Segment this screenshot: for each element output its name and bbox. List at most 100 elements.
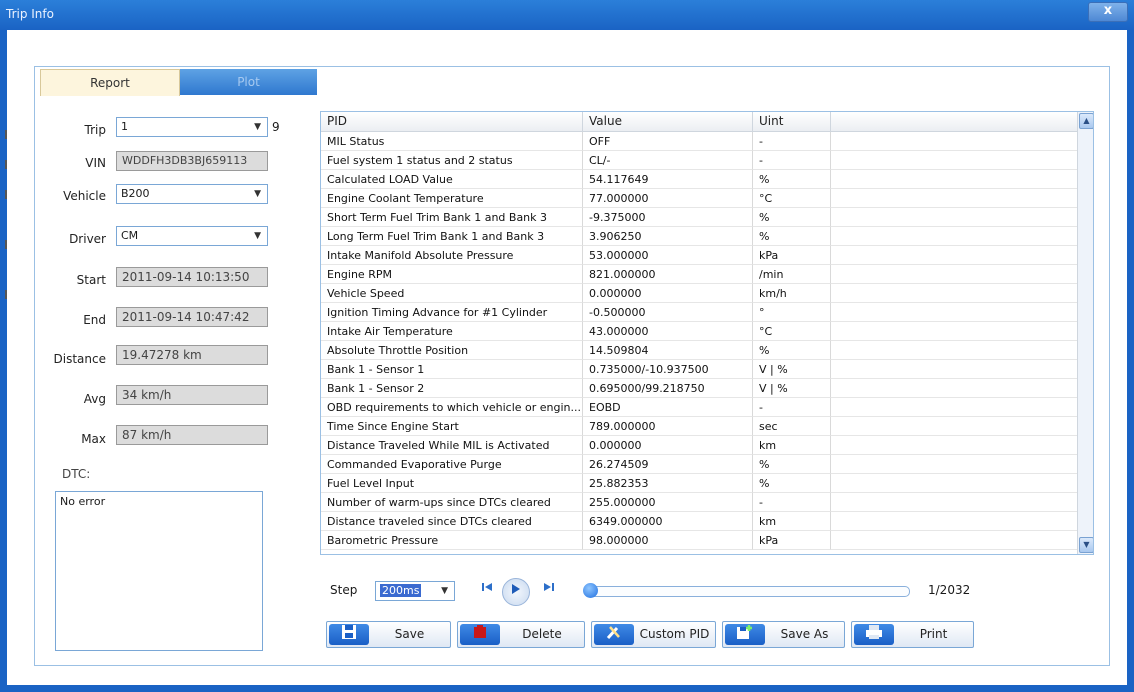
cell-value: CL/- xyxy=(583,151,753,170)
delete-button[interactable]: Delete xyxy=(457,621,585,648)
cell-filler xyxy=(831,512,1077,531)
save-as-button[interactable]: Save As xyxy=(722,621,845,648)
cell-value: 77.000000 xyxy=(583,189,753,208)
vin-field: WDDFH3DB3BJ659113 xyxy=(116,151,268,171)
play-button[interactable] xyxy=(502,578,530,606)
save-button[interactable]: Save xyxy=(326,621,451,648)
start-field: 2011-09-14 10:13:50 xyxy=(116,267,268,287)
table-row[interactable]: Calculated LOAD Value 54.117649% xyxy=(321,170,1077,189)
skip-forward-icon[interactable] xyxy=(538,580,560,602)
column-header-filler xyxy=(831,112,1077,131)
delete-label: Delete xyxy=(522,627,562,641)
cell-pid: OBD requirements to which vehicle or eng… xyxy=(321,398,583,417)
driver-value: CM xyxy=(121,229,139,242)
table-row[interactable]: Distance traveled since DTCs cleared 6349… xyxy=(321,512,1077,531)
table-row[interactable]: Intake Air Temperature 43.000000 °C xyxy=(321,322,1077,341)
cell-pid: Intake Manifold Absolute Pressure xyxy=(321,246,583,265)
dtc-box[interactable]: No error xyxy=(55,491,263,651)
cell-filler xyxy=(831,360,1077,379)
cell-value: 789.000000 xyxy=(583,417,753,436)
delete-icon xyxy=(460,624,500,645)
pid-table[interactable]: PID Value Uint MIL Status OFF - Fuel system… xyxy=(320,111,1094,555)
cell-pid: Commanded Evaporative Purge xyxy=(321,455,583,474)
table-row[interactable]: Absolute Throttle Position 14.509804% xyxy=(321,341,1077,360)
cell-value: 53.000000 xyxy=(583,246,753,265)
cell-filler xyxy=(831,436,1077,455)
max-field: 87 km/h xyxy=(116,425,268,445)
scroll-down-icon[interactable]: ▼ xyxy=(1079,537,1093,553)
step-value: 200ms xyxy=(380,584,422,597)
table-row[interactable]: Intake Manifold Absolute Pressure 53.0000… xyxy=(321,246,1077,265)
cell-value: 26.274509 xyxy=(583,455,753,474)
cell-unit: V | % xyxy=(753,360,831,379)
cell-filler xyxy=(831,531,1077,550)
cell-filler xyxy=(831,493,1077,512)
table-row[interactable]: Ignition Timing Advance for #1 Cylinder -… xyxy=(321,303,1077,322)
table-row[interactable]: Time Since Engine Start 789.000000 sec xyxy=(321,417,1077,436)
tab-plot[interactable]: Plot xyxy=(180,69,317,95)
cell-value: 25.882353 xyxy=(583,474,753,493)
table-row[interactable]: Distance Traveled While MIL is Activated… xyxy=(321,436,1077,455)
cell-unit: km xyxy=(753,512,831,531)
custom-pid-button[interactable]: Custom PID xyxy=(591,621,716,648)
column-header-value[interactable]: Value xyxy=(583,112,753,131)
cell-filler xyxy=(831,379,1077,398)
print-label: Print xyxy=(919,627,948,641)
cell-unit: /min xyxy=(753,265,831,284)
trip-select[interactable]: 1 ▼ xyxy=(116,117,268,137)
table-row[interactable]: Engine RPM 821.000000/min xyxy=(321,265,1077,284)
slider-thumb[interactable] xyxy=(583,583,598,598)
close-button[interactable]: x xyxy=(1088,2,1128,22)
cell-value: 255.000000 xyxy=(583,493,753,512)
avg-field: 34 km/h xyxy=(116,385,268,405)
vehicle-select[interactable]: B200 ▼ xyxy=(116,184,268,204)
print-button[interactable]: Print xyxy=(851,621,974,648)
cell-unit: sec xyxy=(753,417,831,436)
step-select[interactable]: 200ms ▼ xyxy=(375,581,455,601)
play-icon xyxy=(512,584,520,594)
chevron-down-icon: ▼ xyxy=(441,586,448,596)
driver-select[interactable]: CM ▼ xyxy=(116,226,268,246)
column-header-unit[interactable]: Uint xyxy=(753,112,831,131)
table-row[interactable]: Fuel Level Input 25.882353% xyxy=(321,474,1077,493)
table-row[interactable]: Barometric Pressure 98.000000 kPa xyxy=(321,531,1077,550)
progress-slider[interactable] xyxy=(583,583,910,598)
tab-report[interactable]: Report xyxy=(40,69,180,96)
cell-value: OFF xyxy=(583,132,753,151)
cell-unit: % xyxy=(753,208,831,227)
cell-pid: Time Since Engine Start xyxy=(321,417,583,436)
save-as-icon xyxy=(725,624,765,645)
cell-pid: Distance Traveled While MIL is Activated xyxy=(321,436,583,455)
table-row[interactable]: Bank 1 - Sensor 2 0.695000/99.218750 V | % xyxy=(321,379,1077,398)
column-header-pid[interactable]: PID xyxy=(321,112,583,131)
cell-pid: Distance traveled since DTCs cleared xyxy=(321,512,583,531)
table-row[interactable]: Number of warm-ups since DTCs cleared 255… xyxy=(321,493,1077,512)
table-row[interactable]: Short Term Fuel Trim Bank 1 and Bank 3 -9… xyxy=(321,208,1077,227)
table-row[interactable]: Fuel system 1 status and 2 status CL/- - xyxy=(321,151,1077,170)
cell-unit: % xyxy=(753,170,831,189)
table-row[interactable]: MIL Status OFF - xyxy=(321,132,1077,151)
floppy-disk-icon xyxy=(329,624,369,645)
table-row[interactable]: Long Term Fuel Trim Bank 1 and Bank 3 3.9… xyxy=(321,227,1077,246)
window-frame-bottom xyxy=(0,685,1134,692)
cell-filler xyxy=(831,398,1077,417)
dtc-text: No error xyxy=(60,495,106,508)
vertical-scrollbar[interactable]: ▲ ▼ xyxy=(1077,112,1093,554)
vin-label: VIN xyxy=(85,156,106,170)
dtc-label: DTC: xyxy=(62,467,91,481)
cell-unit: ° xyxy=(753,303,831,322)
driver-label: Driver xyxy=(69,232,106,246)
table-row[interactable]: Engine Coolant Temperature 77.000000 °C xyxy=(321,189,1077,208)
vehicle-label: Vehicle xyxy=(63,189,106,203)
table-row[interactable]: OBD requirements to which vehicle or eng… xyxy=(321,398,1077,417)
avg-label: Avg xyxy=(83,392,106,406)
scroll-up-icon[interactable]: ▲ xyxy=(1079,113,1093,129)
cell-unit: km xyxy=(753,436,831,455)
table-row[interactable]: Vehicle Speed 0.000000 km/h xyxy=(321,284,1077,303)
cell-filler xyxy=(831,208,1077,227)
table-row[interactable]: Commanded Evaporative Purge 26.274509% xyxy=(321,455,1077,474)
cell-unit: % xyxy=(753,474,831,493)
skip-back-icon[interactable] xyxy=(476,580,498,602)
table-row[interactable]: Bank 1 - Sensor 1 0.735000/-10.937500 V | … xyxy=(321,360,1077,379)
cell-pid: Bank 1 - Sensor 2 xyxy=(321,379,583,398)
